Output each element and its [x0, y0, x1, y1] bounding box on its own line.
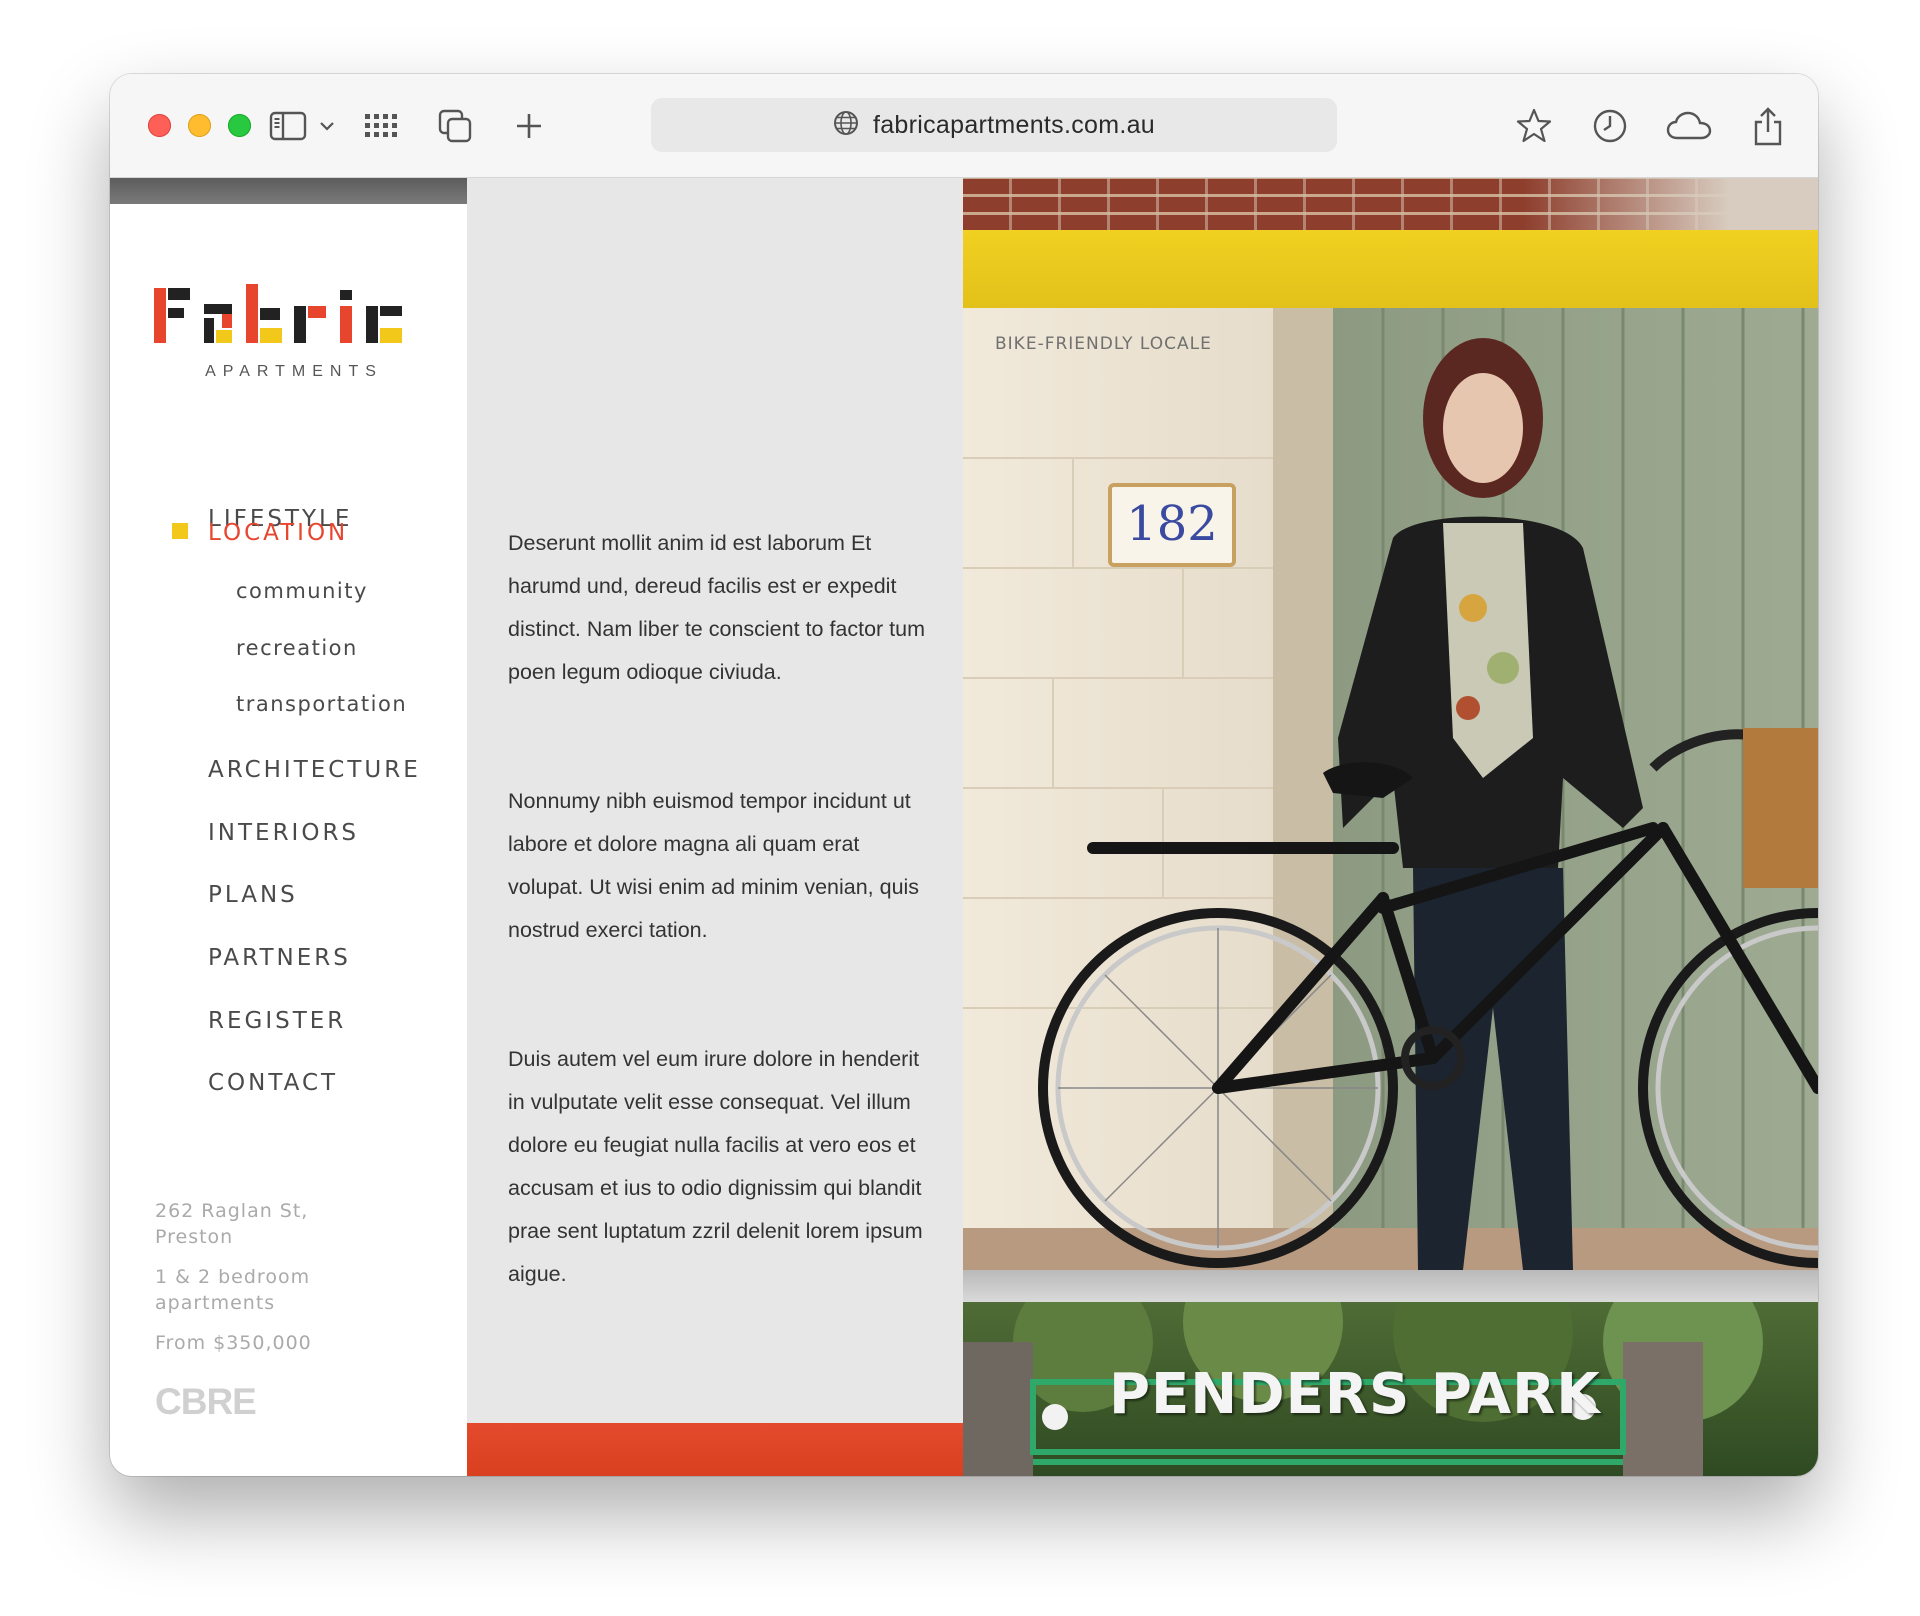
chevron-down-icon[interactable] [312, 104, 342, 148]
park-photo: PENDERS PARK [963, 1302, 1818, 1476]
share-icon[interactable] [1746, 104, 1790, 148]
gray-divider-bar [963, 1270, 1818, 1302]
active-nav-marker [172, 523, 188, 539]
url-text: fabricapartments.com.au [872, 110, 1156, 139]
address-text: 262 Raglan St, Preston [155, 1200, 309, 1248]
globe-icon [833, 110, 859, 141]
photo-caption: BIKE-FRIENDLY LOCALE [995, 334, 1212, 354]
bike-photo-illustration [963, 308, 1818, 1270]
park-sign-text: PENDERS PARK [1109, 1362, 1601, 1427]
paragraph-1: Deserunt mollit anim id est laborum Et h… [508, 531, 926, 684]
subnav-transportation[interactable]: transportation [236, 692, 407, 716]
new-tab-plus-icon[interactable] [507, 104, 551, 148]
tabs-copy-icon[interactable] [433, 104, 477, 148]
sidebar-top-bar [110, 178, 467, 204]
zoom-window-button[interactable] [228, 114, 251, 137]
page-content: APARTMENTS LIFESTYLE LOCATION community … [110, 178, 1818, 1476]
browser-toolbar: fabricapartments.com.au [110, 74, 1818, 178]
subnav-recreation[interactable]: recreation [236, 636, 358, 660]
apartment-types-text: 1 & 2 bedroom apartments [155, 1266, 311, 1314]
price-text: From $350,000 [155, 1332, 312, 1354]
site-sidebar: APARTMENTS LIFESTYLE LOCATION community … [110, 178, 467, 1476]
minimize-window-button[interactable] [188, 114, 211, 137]
history-clock-icon[interactable] [1588, 104, 1632, 148]
logo-subtitle: APARTMENTS [205, 363, 383, 380]
nav-register[interactable]: REGISTER [208, 1008, 346, 1034]
bookmark-star-icon[interactable] [1512, 104, 1556, 148]
paragraph-3: Duis autem vel eum irure dolore in hende… [508, 1047, 923, 1286]
nav-architecture[interactable]: ARCHITECTURE [208, 757, 421, 783]
house-number-plate: 182 [1126, 496, 1218, 552]
fabric-logo[interactable]: APARTMENTS [154, 278, 434, 388]
paragraph-2: Nonnumy nibh euismod tempor incidunt ut … [508, 789, 920, 942]
nav-interiors[interactable]: INTERIORS [208, 820, 359, 846]
subnav-community[interactable]: community [236, 579, 368, 603]
text-column: Deserunt mollit anim id est laborum Et h… [467, 178, 963, 1476]
tab-overview-grid-icon[interactable] [360, 104, 404, 148]
brick-fade [1523, 178, 1818, 230]
image-column: BIKE-FRIENDLY LOCALE 182 PENDERS PARK [963, 178, 1818, 1476]
nav-plans[interactable]: PLANS [208, 882, 298, 908]
sidebar-toggle-icon[interactable] [266, 104, 310, 148]
address-bar[interactable]: fabricapartments.com.au [651, 98, 1337, 152]
cbre-logo[interactable]: CBRE [155, 1381, 257, 1423]
icloud-icon[interactable] [1664, 104, 1714, 148]
fabric-logo-mark [154, 284, 402, 343]
red-accent-bar [467, 1423, 963, 1476]
nav-partners[interactable]: PARTNERS [208, 945, 351, 971]
nav-location[interactable]: LOCATION [208, 520, 348, 546]
bike-photo: BIKE-FRIENDLY LOCALE 182 [963, 308, 1818, 1270]
close-window-button[interactable] [148, 114, 171, 137]
browser-window: fabricapartments.com.au APARTMENTS LIFES… [110, 74, 1818, 1476]
yellow-accent-bar [963, 230, 1818, 308]
nav-contact[interactable]: CONTACT [208, 1070, 338, 1096]
